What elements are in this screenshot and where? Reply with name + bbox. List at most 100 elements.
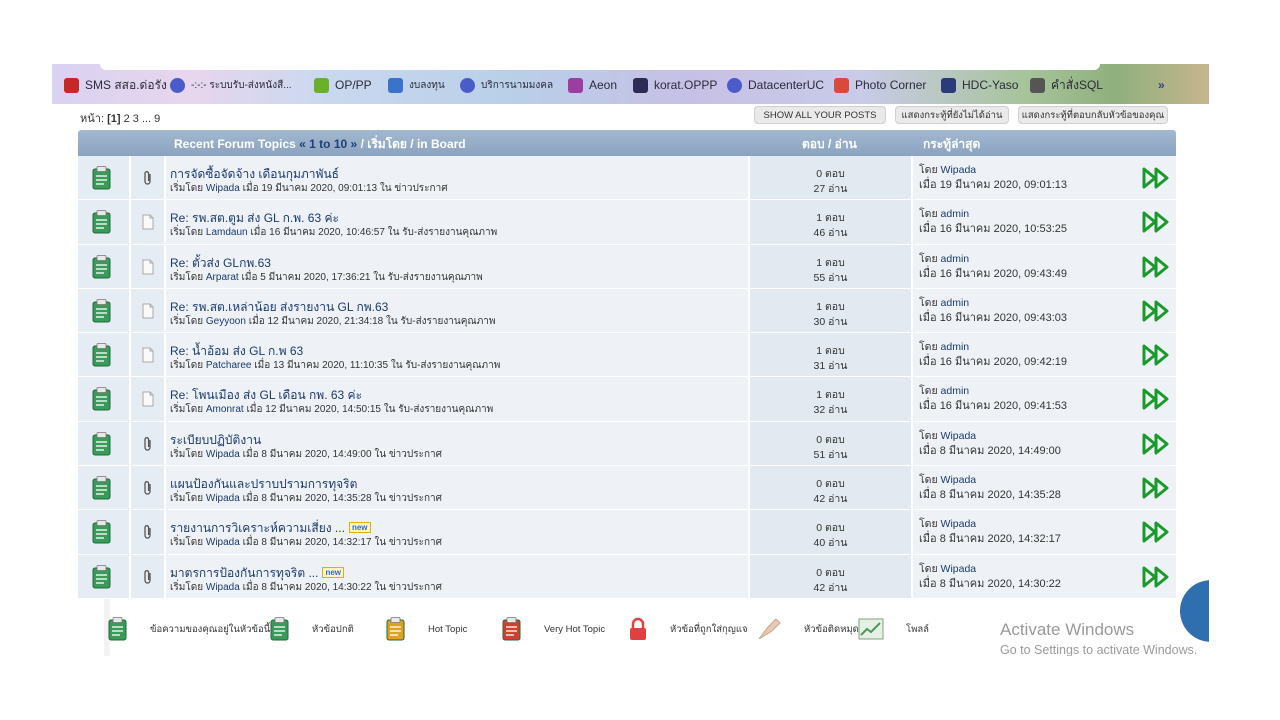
go-to-last-post-arrow-icon[interactable] — [1141, 255, 1171, 279]
bookmark-item[interactable]: SMS สสอ.ด่อรัง — [64, 76, 167, 94]
topic-author-link[interactable]: Geyyoon — [206, 316, 246, 327]
topic-board-link[interactable]: ข่าวประกาศ — [394, 183, 447, 194]
bookmark-item[interactable]: Photo Corner — [834, 76, 926, 94]
pagination-pages[interactable]: 2 3 ... 9 — [124, 113, 161, 125]
show-all-posts-button[interactable]: SHOW ALL YOUR POSTS — [754, 106, 886, 124]
go-to-last-post-arrow-icon[interactable] — [1141, 387, 1171, 411]
started-by-label: เริ่มโดย — [170, 404, 206, 416]
topic-board-link[interactable]: รับ-ส่งรายงานคุณภาพ — [402, 227, 497, 238]
bookmark-item[interactable]: OP/PP — [314, 76, 372, 94]
view-count: 27 อ่าน — [813, 183, 848, 195]
topic-cell: การจัดซื้อจัดจ้าง เดือนกุมภาพันธ์ เริ่มโด… — [166, 156, 830, 200]
topic-author-link[interactable]: Wipada — [206, 449, 240, 460]
view-count: 40 อ่าน — [813, 537, 848, 550]
attachment-icon — [141, 569, 155, 585]
topic-title[interactable]: ระเบียบปฏิบัติงาน — [170, 433, 261, 447]
topic-author-link[interactable]: Wipada — [206, 493, 240, 504]
bookmark-item[interactable]: คำสั่งSQL — [1030, 76, 1103, 94]
legend-item: โพลล์ — [858, 614, 929, 644]
on-label: เมื่อ — [245, 315, 268, 327]
topic-board-link[interactable]: รับ-ส่งรายงานคุณภาพ — [398, 404, 493, 415]
topic-author-link[interactable]: Patcharee — [206, 360, 252, 371]
topic-status-icon — [92, 431, 112, 456]
header-last-post: กระทู้ล่าสุด — [923, 137, 981, 151]
bookmark-item[interactable]: บริการนามมงคล — [460, 76, 553, 94]
photo-icon — [834, 77, 849, 93]
topic-title[interactable]: การจัดซื้อจัดจ้าง เดือนกุมภาพันธ์ — [170, 167, 339, 181]
legend: ข้อความของคุณอยู่ในหัวข้อนี้ หัวข้อปกติ Ho… — [108, 614, 929, 648]
table-header: Recent Forum Topics « 1 to 10 » / เริ่มโ… — [78, 130, 1176, 156]
on-label: เมื่อ — [919, 400, 940, 413]
normal-topic-icon — [270, 617, 300, 641]
bookmark-label: OP/PP — [335, 78, 372, 92]
topic-title[interactable]: มาตรการป้องกันการทุจริต ... — [170, 566, 318, 580]
topic-title[interactable]: Re: รพ.สต.เหล่าน้อย ส่งรายงาน GL กพ.63 — [170, 300, 388, 314]
go-to-last-post-arrow-icon[interactable] — [1141, 210, 1171, 234]
topic-title[interactable]: แผนป้องกันและปราบปรามการทุจริต — [170, 477, 357, 491]
message-icon-cell — [131, 421, 165, 466]
topic-title[interactable]: รายงานการวิเคราะห์ความเสี่ยง ... — [170, 521, 345, 535]
bookmark-item[interactable]: -:-:- ระบบรับ-ส่งหนังสื... — [170, 76, 292, 94]
topic-author-link[interactable]: Wipada — [206, 183, 240, 194]
bookmark-label: HDC-Yaso — [962, 78, 1019, 92]
topic-status-icon — [92, 254, 112, 279]
topic-author-link[interactable]: Arparat — [206, 272, 239, 283]
topic-board-link[interactable]: ข่าวประกาศ — [389, 449, 442, 460]
bookmarks-more-button[interactable]: » — [1158, 76, 1165, 94]
topic-title[interactable]: Re: ตั้วส่ง GLกพ.63 — [170, 256, 271, 270]
bookmark-item[interactable]: Aeon — [568, 76, 617, 94]
topic-title[interactable]: Re: น้ำอ้อม ส่ง GL ก.พ 63 — [170, 344, 303, 358]
show-unread-button[interactable]: แสดงกระทู้ที่ยังไม่ได้อ่าน — [895, 106, 1009, 124]
go-to-last-post-arrow-icon[interactable] — [1141, 299, 1171, 323]
go-to-last-post-arrow-icon[interactable] — [1141, 343, 1171, 367]
message-icon-cell — [131, 510, 165, 554]
last-post-date-value: 8 มีนาคม 2020, 14:49:00 — [939, 444, 1061, 457]
legend-label: ข้อความของคุณอยู่ในหัวข้อนี้ — [150, 623, 271, 635]
go-to-last-post-arrow-icon[interactable] — [1141, 476, 1171, 500]
message-icon-cell — [131, 288, 165, 333]
on-label: เมื่อ — [919, 223, 940, 236]
topic-board-link[interactable]: รับ-ส่งรายงานคุณภาพ — [401, 316, 496, 327]
show-replies-button[interactable]: แสดงกระทู้ที่ตอบกลับหัวข้อของคุณ — [1018, 106, 1168, 124]
table-row: แผนป้องกันและปราบปรามการทุจริต เริ่มโดย W… — [78, 466, 1176, 511]
topic-meta: เริ่มโดย Arparat เมื่อ 5 มีนาคม 2020, 17… — [170, 270, 483, 285]
go-to-last-post-arrow-icon[interactable] — [1141, 166, 1171, 190]
table-row: มาตรการป้องกันการทุจริต ... new เริ่มโดย W… — [78, 554, 1176, 599]
topic-author-link[interactable]: Amonrat — [206, 404, 244, 415]
bookmark-item[interactable]: งบลงทุน — [388, 76, 445, 94]
go-to-last-post-arrow-icon[interactable] — [1141, 520, 1171, 544]
go-to-last-post-arrow-icon[interactable] — [1141, 432, 1171, 456]
view-count: 30 อ่าน — [813, 315, 848, 328]
topic-cell: Re: น้ำอ้อม ส่ง GL ก.พ 63 เริ่มโดย Patcha… — [166, 333, 830, 377]
message-icon-cell — [131, 244, 165, 288]
topic-board-link[interactable]: ข่าวประกาศ — [389, 537, 442, 548]
header-replies-views: ตอบ / อ่าน — [802, 137, 857, 151]
topic-board-link[interactable]: ข่าวประกาศ — [389, 493, 442, 504]
topic-cell: รายงานการวิเคราะห์ความเสี่ยง ... new เริ่ม… — [166, 510, 830, 554]
go-to-last-post-arrow-icon[interactable] — [1141, 565, 1171, 589]
page-icon — [141, 214, 155, 230]
topic-board-link[interactable]: รับ-ส่งรายงานคุณภาพ — [388, 272, 483, 283]
topic-author-link[interactable]: Lamdaun — [206, 227, 248, 238]
bookmark-item[interactable]: korat.OPPP — [633, 76, 717, 94]
on-label: เมื่อ — [243, 404, 266, 416]
last-post-date: เมื่อ 8 มีนาคม 2020, 14:49:00 — [919, 441, 1061, 459]
stats-cell: 1 ตอบ 46 อ่าน — [750, 200, 912, 244]
legend-label: หัวข้อปกติ — [312, 623, 354, 635]
topic-title[interactable]: Re: โพนเมือง ส่ง GL เดือน กพ. 63 ค่ะ — [170, 388, 362, 402]
on-label: เมื่อ — [919, 179, 940, 191]
legend-item: Hot Topic — [386, 614, 467, 644]
range-text: 1 to 10 — [309, 137, 348, 151]
topic-board-link[interactable]: รับ-ส่งรายงานคุณภาพ — [405, 360, 500, 371]
stats-cell: 0 ตอบ 42 อ่าน — [750, 466, 912, 510]
topic-author-link[interactable]: Wipada — [206, 537, 240, 548]
topic-board-link[interactable]: ข่าวประกาศ — [389, 582, 442, 593]
bookmark-item[interactable]: HDC-Yaso — [941, 76, 1018, 94]
topic-author-link[interactable]: Wipada — [206, 582, 240, 593]
topic-title[interactable]: Re: รพ.สต.ตูม ส่ง GL ก.พ. 63 ค่ะ — [170, 211, 339, 225]
last-post-date-value: 16 มีนาคม 2020, 09:42:19 — [939, 356, 1067, 369]
page-icon — [141, 303, 155, 319]
in-label: ใน — [371, 581, 389, 593]
watermark-title: Activate Windows — [1000, 620, 1135, 639]
bookmark-item[interactable]: DatacenterUC — [727, 76, 824, 94]
